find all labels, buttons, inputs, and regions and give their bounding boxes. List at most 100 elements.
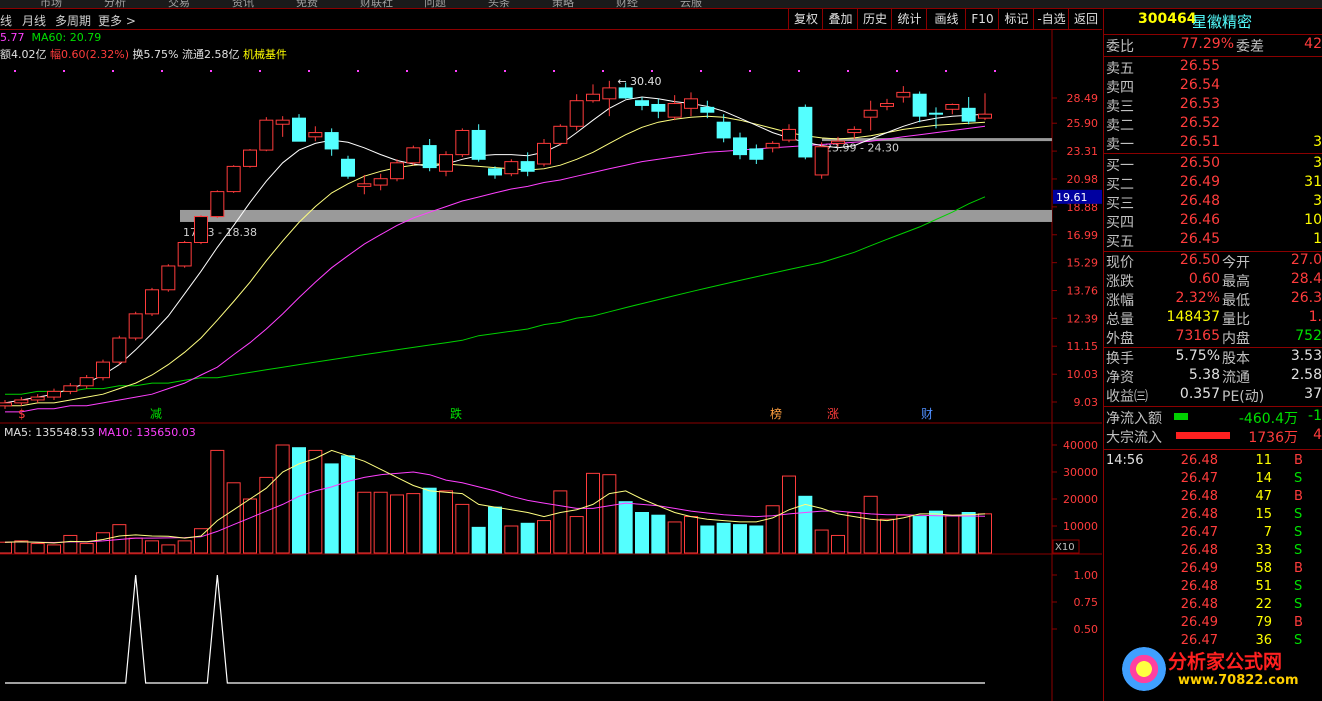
event-marker[interactable]: 榜	[770, 406, 782, 421]
volume-bar[interactable]	[831, 534, 845, 554]
candle[interactable]	[504, 161, 519, 175]
candle[interactable]	[880, 103, 894, 107]
candle[interactable]	[798, 106, 813, 158]
toolbar-button[interactable]: 历史	[857, 9, 892, 29]
ask-row[interactable]: 卖五 26.55	[1104, 58, 1322, 77]
volume-bar[interactable]	[961, 512, 976, 554]
toolbar-button[interactable]: 标记	[998, 9, 1034, 29]
event-marker[interactable]: 跌	[450, 406, 462, 421]
period-menu-item[interactable]: 月线	[22, 12, 46, 29]
period-menu-item[interactable]: 更多 >	[98, 12, 136, 29]
volume-bar[interactable]	[357, 491, 372, 554]
candle[interactable]	[716, 121, 731, 139]
volume-bar[interactable]	[618, 501, 633, 554]
candle[interactable]	[945, 103, 960, 110]
bid-row[interactable]: 买五 26.45 1	[1104, 231, 1322, 250]
volume-bar[interactable]	[226, 482, 241, 554]
volume-bar[interactable]	[145, 540, 159, 554]
candle[interactable]	[537, 142, 551, 165]
toolbar-button[interactable]: -自选	[1033, 9, 1069, 29]
volume-bar[interactable]	[439, 490, 453, 554]
candle[interactable]	[684, 98, 698, 109]
candle[interactable]	[765, 142, 780, 149]
candle[interactable]	[929, 112, 943, 115]
volume-bar[interactable]	[275, 444, 290, 554]
volume-bar[interactable]	[177, 540, 192, 554]
candle[interactable]	[161, 265, 176, 291]
volume-bar[interactable]	[733, 524, 747, 554]
volume-bar[interactable]	[553, 490, 568, 554]
volume-bar[interactable]	[978, 513, 992, 554]
volume-bar[interactable]	[569, 516, 584, 554]
toolbar-button[interactable]: 画线	[926, 9, 966, 29]
candle[interactable]	[63, 385, 78, 392]
candle[interactable]	[733, 137, 747, 156]
volume-bar[interactable]	[814, 529, 829, 554]
candle[interactable]	[0, 402, 12, 407]
candle[interactable]	[847, 128, 862, 134]
candle[interactable]	[210, 191, 225, 218]
candle[interactable]	[586, 93, 600, 102]
candle[interactable]	[47, 390, 61, 398]
toolbar-button[interactable]: 返回	[1068, 9, 1103, 29]
toolbar-button[interactable]: F10	[965, 9, 999, 29]
volume-bar[interactable]	[863, 495, 878, 554]
period-menu-item[interactable]: 线	[0, 12, 12, 29]
candle[interactable]	[488, 168, 502, 176]
volume-bar[interactable]	[47, 544, 61, 554]
candle[interactable]	[292, 117, 306, 142]
candle[interactable]	[308, 132, 323, 138]
candle[interactable]	[749, 148, 764, 160]
volume-bar[interactable]	[422, 487, 437, 554]
volume-bar[interactable]	[929, 510, 943, 554]
volume-bar[interactable]	[161, 544, 176, 554]
bid-row[interactable]: 买四 26.46 10	[1104, 212, 1322, 231]
toolbar-button[interactable]: 叠加	[822, 9, 858, 29]
period-menu-item[interactable]: 多周期	[55, 12, 91, 29]
candle[interactable]	[553, 125, 568, 144]
volume-bar[interactable]	[128, 537, 143, 554]
volume-bar[interactable]	[520, 522, 535, 554]
volume-bar[interactable]	[471, 526, 486, 554]
volume-bar[interactable]	[684, 516, 698, 554]
ask-row[interactable]: 卖二 26.52	[1104, 115, 1322, 134]
candle[interactable]	[471, 129, 486, 160]
candle[interactable]	[961, 107, 976, 122]
ask-row[interactable]: 卖四 26.54	[1104, 77, 1322, 96]
candle[interactable]	[978, 113, 992, 119]
candle[interactable]	[700, 106, 715, 113]
volume-bar[interactable]	[716, 522, 731, 554]
volume-bar[interactable]	[373, 491, 388, 554]
event-marker[interactable]: 涨	[827, 406, 839, 421]
volume-bar[interactable]	[308, 449, 323, 554]
candle[interactable]	[635, 100, 649, 106]
volume-bar[interactable]	[765, 505, 780, 554]
candle[interactable]	[177, 242, 192, 267]
volume-bar[interactable]	[210, 449, 225, 554]
volume-bar[interactable]	[0, 541, 12, 554]
candle[interactable]	[782, 128, 796, 141]
volume-bar[interactable]	[667, 521, 682, 554]
candle[interactable]	[912, 93, 927, 117]
volume-bar[interactable]	[455, 503, 470, 554]
volume-bar[interactable]	[63, 534, 78, 554]
volume-bar[interactable]	[602, 474, 617, 554]
volume-bar[interactable]	[847, 512, 862, 554]
candle[interactable]	[896, 91, 911, 98]
volume-bar[interactable]	[96, 532, 110, 554]
candle[interactable]	[14, 399, 29, 404]
candle[interactable]	[145, 289, 159, 315]
volume-bar[interactable]	[749, 525, 764, 554]
volume-bar[interactable]	[912, 516, 927, 554]
candle[interactable]	[30, 396, 45, 401]
candle[interactable]	[863, 109, 878, 118]
candle[interactable]	[439, 154, 453, 172]
ask-row[interactable]: 卖三 26.53	[1104, 96, 1322, 115]
volume-bar[interactable]	[488, 506, 502, 554]
volume-bar[interactable]	[700, 525, 715, 554]
candle[interactable]	[390, 162, 404, 180]
event-marker[interactable]: 减	[150, 407, 162, 421]
volume-bar[interactable]	[406, 493, 421, 554]
candle[interactable]	[520, 161, 535, 172]
volume-bar[interactable]	[14, 540, 29, 554]
